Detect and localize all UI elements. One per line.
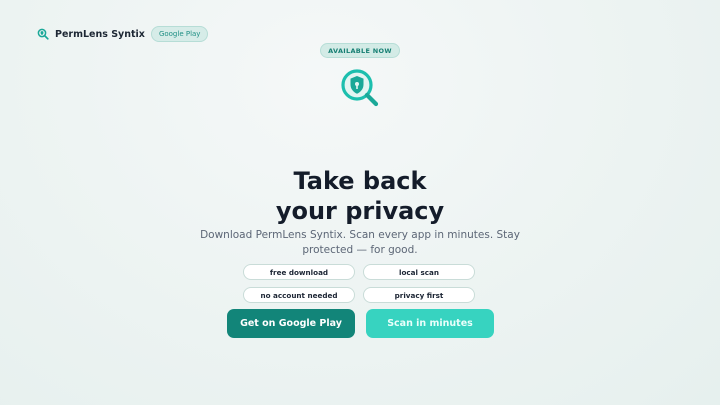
get-on-google-play-button[interactable]: Get on Google Play [227, 309, 355, 338]
shield-magnifier-icon [338, 66, 382, 110]
title-line-2: your privacy [275, 197, 445, 225]
scan-in-minutes-button[interactable]: Scan in minutes [366, 309, 494, 338]
title-line-1: Take back [293, 167, 427, 195]
google-play-badge[interactable]: Google Play [150, 26, 209, 42]
brand[interactable]: PermLens Syntix Google Play [37, 25, 209, 43]
feature-chip-no-account: no account needed [243, 287, 355, 303]
brand-name: PermLens Syntix [55, 28, 145, 40]
feature-chip-privacy-first: privacy first [363, 287, 475, 303]
page-title: Take back your privacy [0, 166, 720, 226]
magnifier-shield-icon [37, 28, 49, 40]
feature-chip-local-scan: local scan [363, 264, 475, 280]
subtitle: Download PermLens Syntix. Scan every app… [200, 229, 520, 256]
availability-badge: AVAILABLE NOW [320, 43, 400, 58]
feature-chip-free-download: free download [243, 264, 355, 280]
